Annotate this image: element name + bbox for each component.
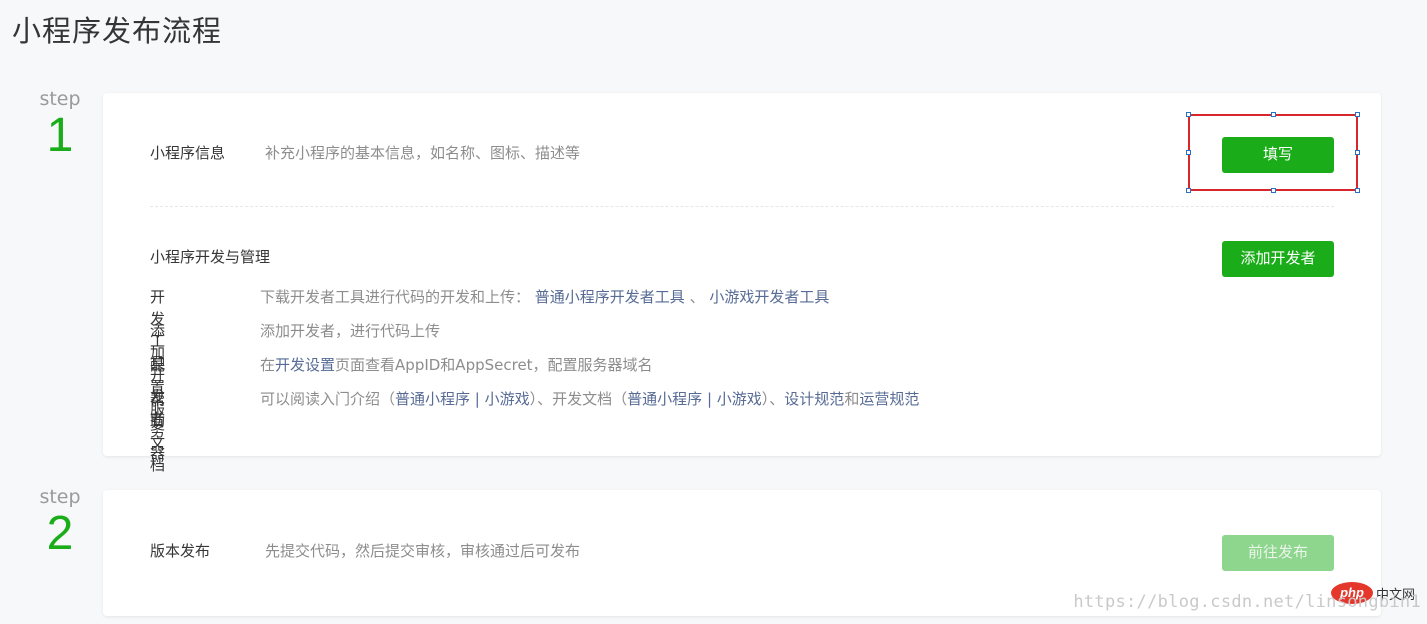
resize-handle[interactable] (1355, 112, 1360, 117)
server-config-value: 在开发设置页面查看AppID和AppSecret，配置服务器域名 (260, 354, 653, 376)
step-word: step (39, 486, 81, 508)
mini-program-devtools-link[interactable]: 普通小程序开发者工具 (535, 288, 685, 306)
separator: | (470, 390, 485, 408)
design-guidelines-link[interactable]: 设计规范 (784, 390, 844, 408)
dev-settings-link[interactable]: 开发设置 (275, 356, 335, 374)
intro-mini-game-link[interactable]: 小游戏 (485, 390, 530, 408)
resize-handle[interactable] (1355, 188, 1360, 193)
watermark-url: https://blog.csdn.net/linsongbin1 (1073, 592, 1421, 612)
step-number: 2 (46, 507, 74, 560)
resize-handle[interactable] (1186, 188, 1191, 193)
add-developer-button[interactable]: 添加开发者 (1222, 241, 1334, 277)
dev-management-title: 小程序开发与管理 (150, 248, 271, 266)
divider (150, 206, 1334, 207)
page-title: 小程序发布流程 (12, 14, 223, 48)
step-2-indicator: step 2 (30, 486, 90, 560)
add-developer-text: 添加开发者，进行代码上传 (260, 322, 441, 340)
resize-handle[interactable] (1186, 150, 1191, 155)
docs-mini-program-link[interactable]: 普通小程序 (627, 390, 702, 408)
fill-info-button[interactable]: 填写 (1222, 137, 1334, 173)
resize-handle[interactable] (1271, 188, 1276, 193)
go-release-button[interactable]: 前往发布 (1222, 535, 1334, 571)
help-text: ）、 (761, 390, 785, 408)
step-1-card: 小程序信息 补充小程序的基本信息，如名称、图标、描述等 填写 小程序开发与管理 … (103, 93, 1381, 474)
step-word: step (39, 88, 81, 110)
help-docs-label: 帮助文档 (150, 390, 166, 474)
mini-program-info-title: 小程序信息 (150, 144, 226, 162)
step-number: 1 (46, 109, 74, 162)
help-docs-value: 可以阅读入门介绍（普通小程序 | 小游戏）、开发文档（普通小程序 | 小游戏）、… (260, 388, 919, 410)
mini-game-devtools-link[interactable]: 小游戏开发者工具 (709, 288, 829, 306)
version-release-title: 版本发布 (150, 542, 211, 560)
help-text: 可以阅读入门介绍（ (260, 390, 396, 408)
server-config-post: 页面查看AppID和AppSecret，配置服务器域名 (335, 356, 653, 374)
mini-program-info-desc: 补充小程序的基本信息，如名称、图标、描述等 (265, 144, 581, 162)
resize-handle[interactable] (1186, 112, 1191, 117)
dev-tools-value: 下载开发者工具进行代码的开发和上传： 普通小程序开发者工具 、 小游戏开发者工具 (260, 286, 829, 308)
separator: | (702, 390, 717, 408)
docs-mini-game-link[interactable]: 小游戏 (717, 390, 762, 408)
help-text: ）、开发文档（ (529, 390, 628, 408)
resize-handle[interactable] (1355, 150, 1360, 155)
intro-mini-program-link[interactable]: 普通小程序 (395, 390, 470, 408)
server-config-pre: 在 (260, 356, 276, 374)
step-1-indicator: step 1 (30, 88, 90, 162)
dev-tools-text: 下载开发者工具进行代码的开发和上传： (260, 288, 531, 306)
help-text: 和 (844, 390, 860, 408)
operation-guidelines-link[interactable]: 运营规范 (859, 390, 919, 408)
resize-handle[interactable] (1271, 112, 1276, 117)
version-release-desc: 先提交代码，然后提交审核，审核通过后可发布 (265, 542, 581, 560)
separator: 、 (689, 288, 705, 306)
